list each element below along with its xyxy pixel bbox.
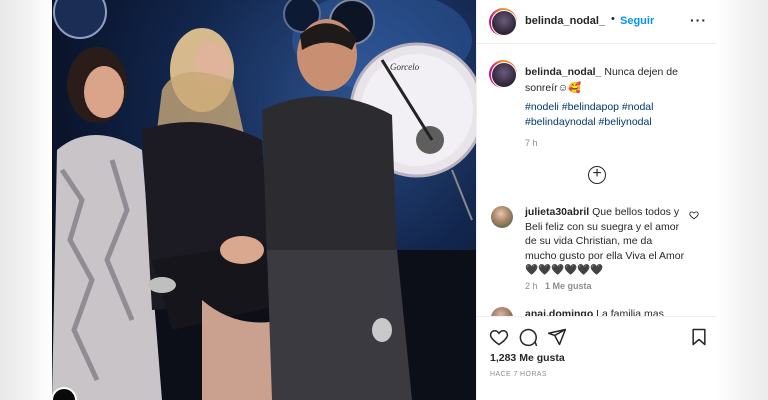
comment-body: La familia mas xyxy=(596,308,664,316)
page: Gorcelo belinda_nodal_ • Seguir ··· beli… xyxy=(0,0,768,400)
caption-time: 7 h xyxy=(525,138,538,148)
likes-count[interactable]: 1,283 Me gusta xyxy=(490,352,565,364)
post-photo[interactable]: Gorcelo xyxy=(52,0,476,400)
comments-scroll-area[interactable]: belinda_nodal_ Nunca dejen de sonreír☺🥰 … xyxy=(477,45,717,316)
right-gutter xyxy=(716,0,768,400)
plus-circle-icon[interactable]: + xyxy=(588,166,606,184)
follow-button[interactable]: Seguir xyxy=(620,15,654,27)
comment-text: julieta30abril Que bellos todos y Beli f… xyxy=(525,205,685,278)
commenter-username[interactable]: anai.domingo xyxy=(525,308,593,316)
post-panel: belinda_nodal_ • Seguir ··· belinda_noda… xyxy=(476,0,717,400)
caption-hashtags[interactable]: #nodeli #belindapop #nodal #belindaynoda… xyxy=(525,100,705,129)
post-age: HACE 7 HORAS xyxy=(490,371,547,378)
author-avatar[interactable] xyxy=(489,8,517,36)
more-options-icon[interactable]: ··· xyxy=(690,12,707,28)
post-header: belinda_nodal_ • Seguir ··· xyxy=(477,0,717,44)
commenter-username[interactable]: julieta30abril xyxy=(525,206,589,218)
bookmark-icon[interactable] xyxy=(689,327,709,347)
caption-avatar[interactable] xyxy=(489,60,517,88)
comment-icon[interactable] xyxy=(518,327,538,347)
comment-likes[interactable]: 1 Me gusta xyxy=(545,281,592,291)
header-separator: • xyxy=(611,13,615,25)
caption-username[interactable]: belinda_nodal_ xyxy=(525,66,601,78)
drum-brand-label: Gorcelo xyxy=(390,62,420,72)
photo-illustration: Gorcelo xyxy=(52,0,476,400)
commenter-avatar[interactable] xyxy=(491,206,513,228)
caption-text: belinda_nodal_ Nunca dejen de sonreír☺🥰 xyxy=(525,64,705,96)
commenter-avatar[interactable] xyxy=(491,307,513,316)
comment-text: anai.domingo La familia mas xyxy=(525,307,695,316)
share-icon[interactable] xyxy=(547,327,567,347)
heart-icon[interactable] xyxy=(489,327,509,347)
comment-heart-icon[interactable] xyxy=(689,210,699,220)
comment-time: 2 h xyxy=(525,281,538,291)
author-username[interactable]: belinda_nodal_ xyxy=(525,15,605,27)
post-actions: 1,283 Me gusta HACE 7 HORAS xyxy=(477,316,717,400)
left-gutter xyxy=(0,0,52,400)
